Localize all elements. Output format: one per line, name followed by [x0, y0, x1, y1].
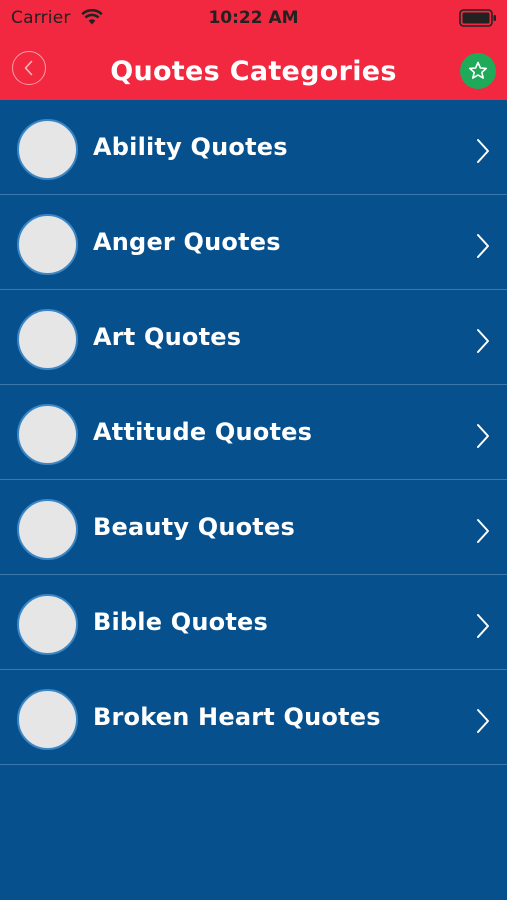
category-thumbnail — [17, 689, 78, 750]
chevron-right-icon — [477, 139, 489, 163]
list-item[interactable]: Attitude Quotes — [0, 385, 507, 480]
category-list: Ability Quotes Anger Quotes Art Quotes A… — [0, 100, 507, 765]
category-thumbnail — [17, 119, 78, 180]
list-item[interactable]: Art Quotes — [0, 290, 507, 385]
list-item[interactable]: Anger Quotes — [0, 195, 507, 290]
category-label: Bible Quotes — [93, 608, 268, 636]
list-item[interactable]: Beauty Quotes — [0, 480, 507, 575]
star-icon — [468, 61, 488, 79]
list-item[interactable]: Bible Quotes — [0, 575, 507, 670]
chevron-right-icon — [477, 709, 489, 733]
chevron-right-icon — [477, 234, 489, 258]
category-thumbnail — [17, 309, 78, 370]
page-title: Quotes Categories — [110, 56, 397, 87]
category-label: Broken Heart Quotes — [93, 703, 381, 731]
category-thumbnail — [17, 404, 78, 465]
chevron-right-icon — [477, 614, 489, 638]
list-item[interactable]: Broken Heart Quotes — [0, 670, 507, 765]
app-header: Carrier 10:22 AM Quotes Categories — [0, 0, 507, 100]
chevron-right-icon — [477, 329, 489, 353]
chevron-right-icon — [477, 424, 489, 448]
category-label: Anger Quotes — [93, 228, 281, 256]
list-item[interactable]: Ability Quotes — [0, 100, 507, 195]
category-label: Attitude Quotes — [93, 418, 313, 446]
favorites-button[interactable] — [460, 53, 496, 89]
category-thumbnail — [17, 499, 78, 560]
status-bar: Carrier 10:22 AM — [0, 0, 507, 36]
chevron-right-icon — [477, 519, 489, 543]
category-label: Art Quotes — [93, 323, 242, 351]
category-thumbnail — [17, 214, 78, 275]
category-thumbnail — [17, 594, 78, 655]
battery-icon — [459, 9, 496, 27]
category-label: Ability Quotes — [93, 133, 288, 161]
category-label: Beauty Quotes — [93, 513, 295, 541]
status-time: 10:22 AM — [208, 8, 299, 28]
